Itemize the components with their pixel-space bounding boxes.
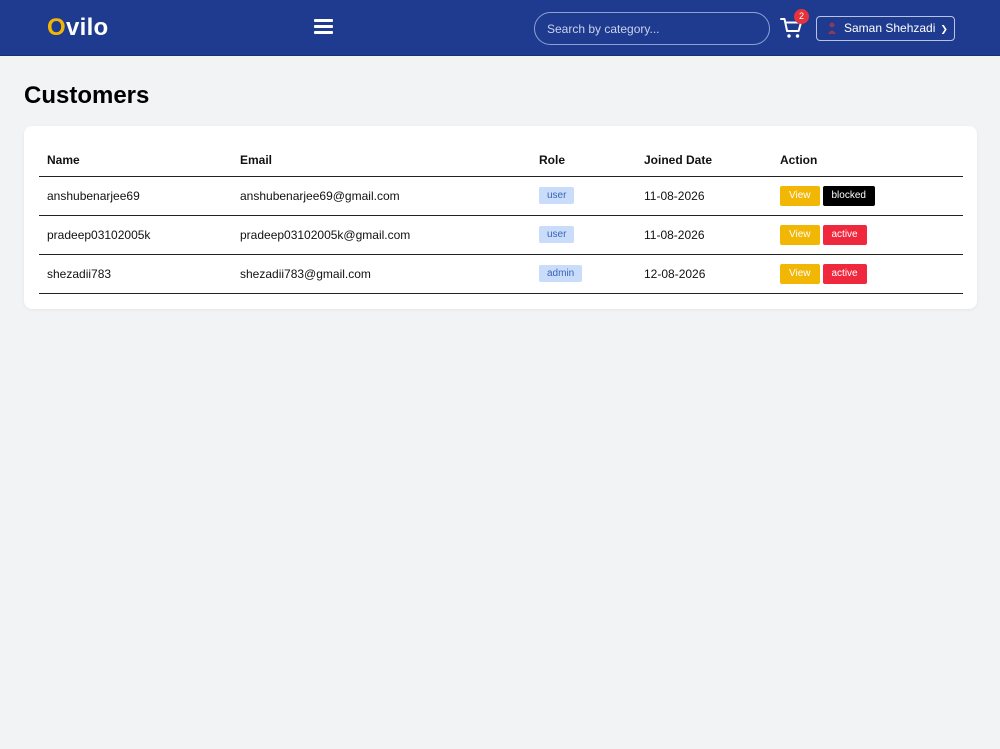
top-navbar: Ovilo 2 Saman Shehzadi ❯ [0, 0, 1000, 56]
role-cell: user [531, 215, 636, 255]
view-button[interactable]: View [780, 263, 820, 284]
customer-email: shezadii783@gmail.com [232, 254, 531, 294]
joined-date: 11-08-2026 [636, 215, 772, 255]
user-menu-button[interactable]: Saman Shehzadi ❯ [816, 16, 955, 41]
brand-logo-text: vilo [65, 14, 109, 41]
column-header-action: Action [772, 145, 963, 177]
role-badge: admin [539, 265, 583, 282]
search-input[interactable] [534, 12, 770, 45]
table-row: shezadii783 shezadii783@gmail.com admin … [39, 254, 963, 294]
joined-date: 11-08-2026 [636, 176, 772, 216]
customers-table: Name Email Role Joined Date Action anshu… [39, 145, 963, 294]
brand-logo[interactable]: Ovilo [47, 14, 109, 42]
user-icon [828, 22, 836, 34]
chevron-down-icon: ❯ [940, 24, 948, 34]
column-header-name: Name [39, 145, 232, 177]
status-toggle-button[interactable]: blocked [822, 185, 875, 206]
column-header-role: Role [531, 145, 636, 177]
role-cell: user [531, 176, 636, 216]
brand-logo-letter: O [47, 14, 66, 41]
customer-name: pradeep03102005k [39, 215, 232, 255]
status-toggle-button[interactable]: active [822, 224, 867, 245]
table-row: anshubenarjee69 anshubenarjee69@gmail.co… [39, 176, 963, 216]
joined-date: 12-08-2026 [636, 254, 772, 294]
role-badge: user [539, 226, 575, 243]
hamburger-icon[interactable] [314, 19, 333, 34]
customer-email: anshubenarjee69@gmail.com [232, 176, 531, 216]
table-header-row: Name Email Role Joined Date Action [39, 145, 963, 177]
table-row: pradeep03102005k pradeep03102005k@gmail.… [39, 215, 963, 255]
role-badge: user [539, 187, 575, 204]
customers-card: Name Email Role Joined Date Action anshu… [24, 126, 977, 309]
customer-name: anshubenarjee69 [39, 176, 232, 216]
action-cell: View blocked [772, 176, 963, 216]
customer-email: pradeep03102005k@gmail.com [232, 215, 531, 255]
page-title: Customers [24, 82, 150, 109]
view-button[interactable]: View [780, 224, 820, 245]
column-header-joined-date: Joined Date [636, 145, 772, 177]
user-name: Saman Shehzadi [844, 21, 936, 35]
cart-count-badge: 2 [794, 9, 809, 24]
action-cell: View active [772, 215, 963, 255]
view-button[interactable]: View [780, 185, 820, 206]
action-cell: View active [772, 254, 963, 294]
role-cell: admin [531, 254, 636, 294]
status-toggle-button[interactable]: active [822, 263, 867, 284]
column-header-email: Email [232, 145, 531, 177]
customer-name: shezadii783 [39, 254, 232, 294]
